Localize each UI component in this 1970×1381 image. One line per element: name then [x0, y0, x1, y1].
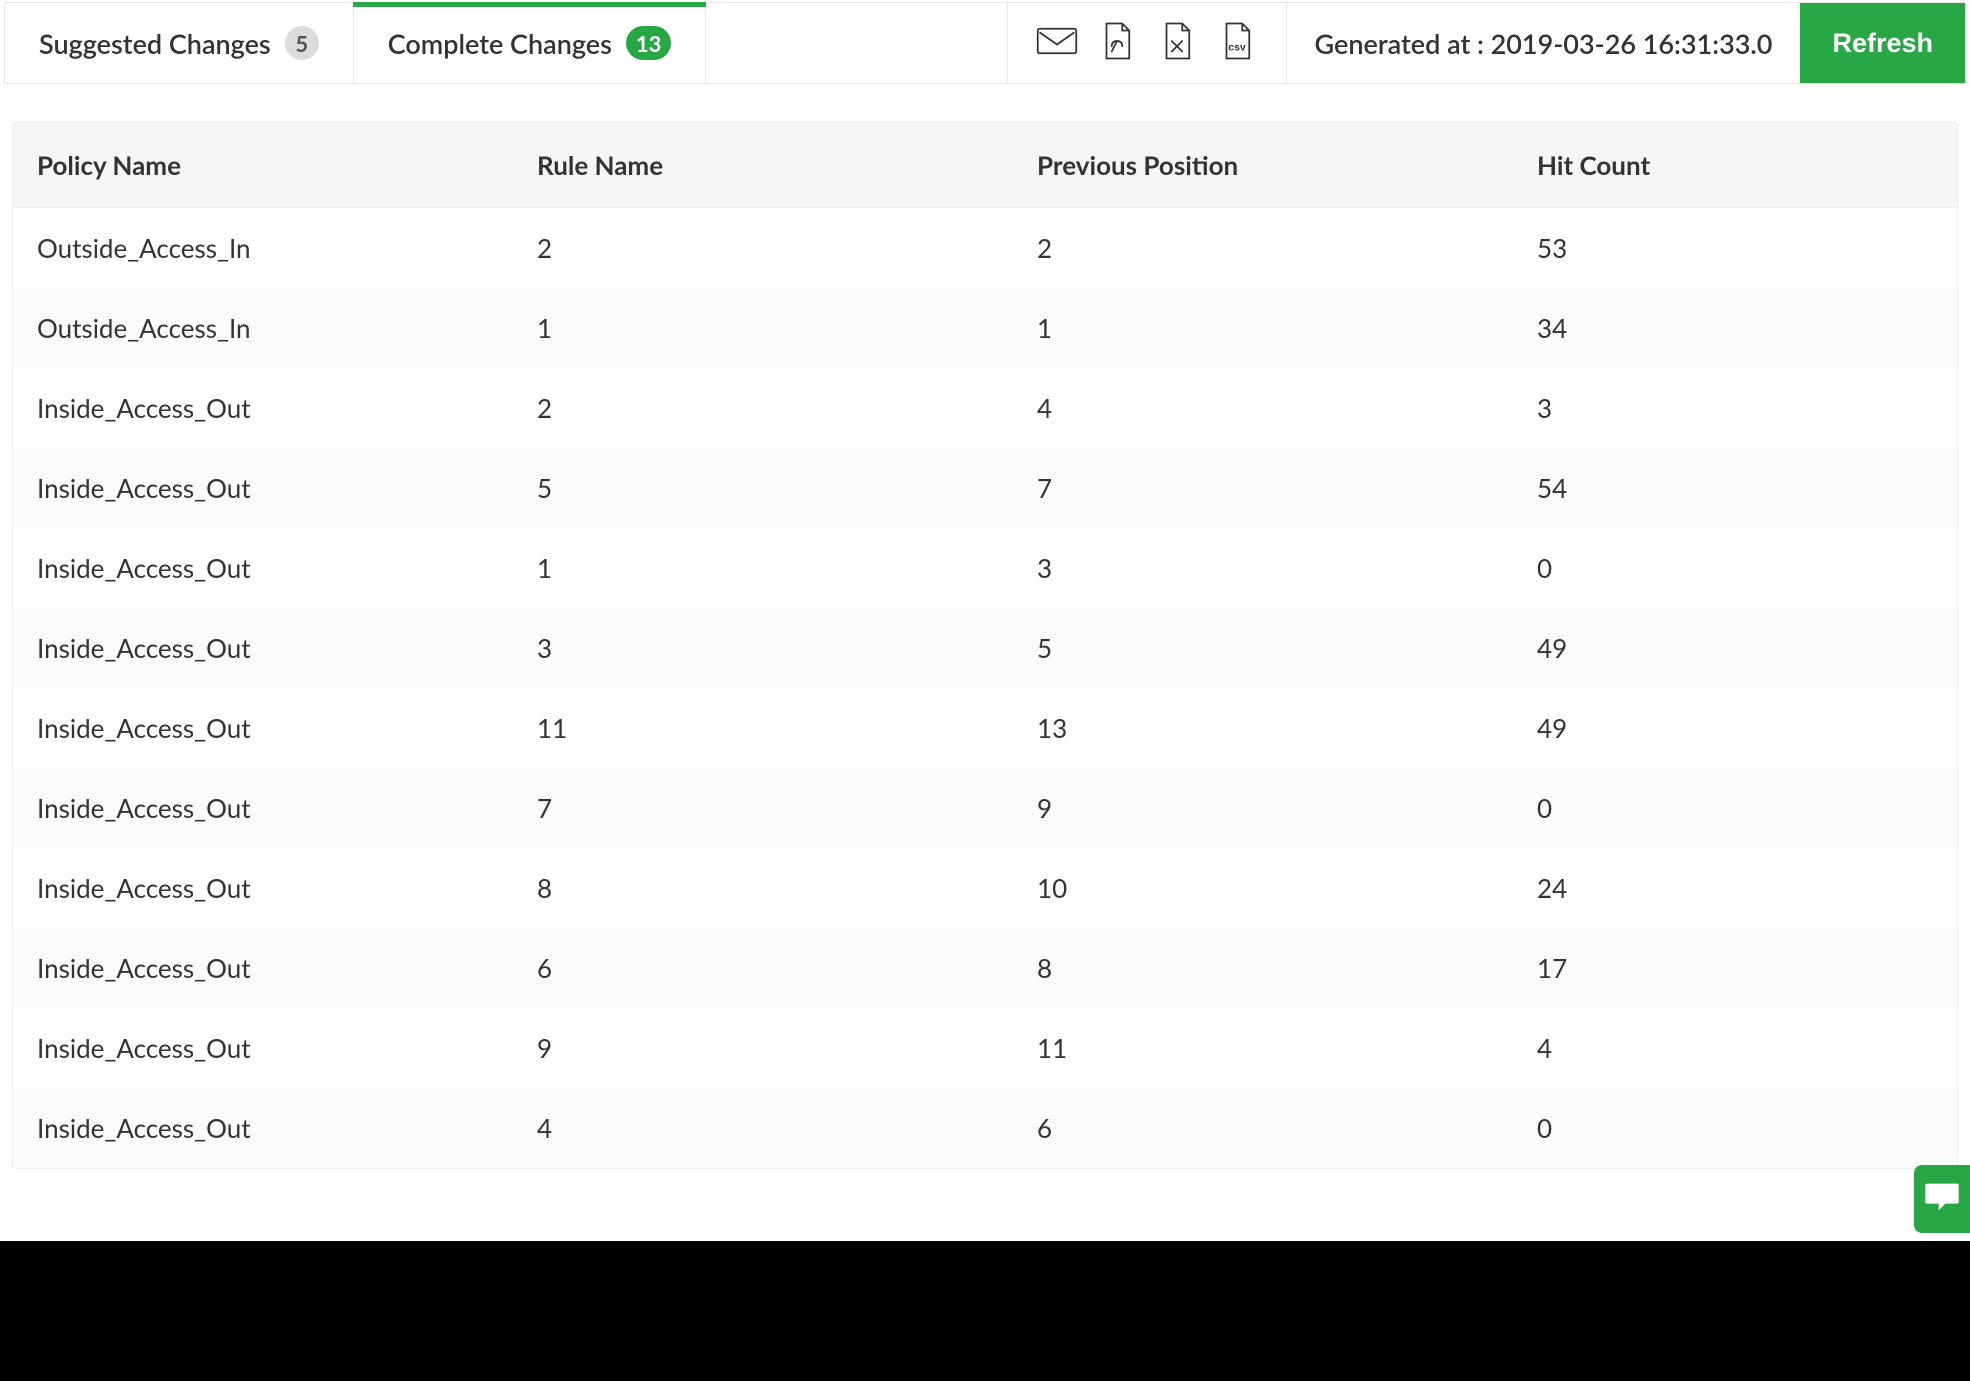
- cell-rule: 3: [513, 608, 1013, 688]
- svg-text:csv: csv: [1228, 42, 1246, 54]
- refresh-button[interactable]: Refresh: [1800, 3, 1965, 83]
- cell-prev: 4: [1013, 368, 1513, 448]
- cell-policy: Inside_Access_Out: [13, 368, 513, 448]
- cell-rule: 2: [513, 208, 1013, 289]
- tab-suggested-count: 5: [285, 26, 319, 60]
- cell-prev: 11: [1013, 1008, 1513, 1088]
- cell-rule: 11: [513, 688, 1013, 768]
- cell-hit: 0: [1513, 1088, 1957, 1168]
- cell-hit: 34: [1513, 288, 1957, 368]
- cell-hit: 4: [1513, 1008, 1957, 1088]
- col-header-prev[interactable]: Previous Position: [1013, 123, 1513, 208]
- help-widget[interactable]: [1914, 1165, 1970, 1233]
- col-header-rule[interactable]: Rule Name: [513, 123, 1013, 208]
- cell-hit: 49: [1513, 688, 1957, 768]
- cell-rule: 4: [513, 1088, 1013, 1168]
- topbar-spacer: [706, 3, 1006, 83]
- chat-icon: [1922, 1177, 1962, 1221]
- xls-icon[interactable]: [1156, 20, 1198, 66]
- table-header-row: Policy Name Rule Name Previous Position …: [13, 123, 1957, 208]
- tabs: Suggested Changes 5 Complete Changes 13: [5, 3, 706, 83]
- pdf-icon[interactable]: [1096, 20, 1138, 66]
- cell-hit: 3: [1513, 368, 1957, 448]
- table-row[interactable]: Outside_Access_In1134: [13, 288, 1957, 368]
- cell-prev: 7: [1013, 448, 1513, 528]
- cell-hit: 54: [1513, 448, 1957, 528]
- col-header-hit[interactable]: Hit Count: [1513, 123, 1957, 208]
- generated-at-label: Generated at : 2019-03-26 16:31:33.0: [1286, 3, 1801, 83]
- mail-icon[interactable]: [1036, 20, 1078, 66]
- tab-suggested-label: Suggested Changes: [39, 27, 271, 60]
- cell-hit: 0: [1513, 768, 1957, 848]
- cell-prev: 2: [1013, 208, 1513, 289]
- table-row[interactable]: Inside_Access_Out460: [13, 1088, 1957, 1168]
- tab-complete-changes[interactable]: Complete Changes 13: [354, 3, 707, 83]
- cell-policy: Inside_Access_Out: [13, 848, 513, 928]
- cell-prev: 10: [1013, 848, 1513, 928]
- table-row[interactable]: Inside_Access_Out9114: [13, 1008, 1957, 1088]
- csv-icon[interactable]: csv: [1216, 20, 1258, 66]
- cell-rule: 9: [513, 1008, 1013, 1088]
- cell-policy: Inside_Access_Out: [13, 528, 513, 608]
- table-row[interactable]: Inside_Access_Out130: [13, 528, 1957, 608]
- table-row[interactable]: Inside_Access_Out243: [13, 368, 1957, 448]
- col-header-policy[interactable]: Policy Name: [13, 123, 513, 208]
- cell-policy: Outside_Access_In: [13, 288, 513, 368]
- cell-hit: 49: [1513, 608, 1957, 688]
- cell-hit: 0: [1513, 528, 1957, 608]
- cell-policy: Inside_Access_Out: [13, 608, 513, 688]
- table-row[interactable]: Outside_Access_In2253: [13, 208, 1957, 289]
- cell-prev: 8: [1013, 928, 1513, 1008]
- table-row[interactable]: Inside_Access_Out6817: [13, 928, 1957, 1008]
- table-row[interactable]: Inside_Access_Out790: [13, 768, 1957, 848]
- tab-complete-label: Complete Changes: [388, 27, 612, 60]
- cell-prev: 1: [1013, 288, 1513, 368]
- export-icons: csv: [1007, 3, 1286, 83]
- cell-prev: 9: [1013, 768, 1513, 848]
- cell-policy: Outside_Access_In: [13, 208, 513, 289]
- cell-rule: 6: [513, 928, 1013, 1008]
- cell-prev: 3: [1013, 528, 1513, 608]
- cell-rule: 2: [513, 368, 1013, 448]
- changes-table-wrap: Policy Name Rule Name Previous Position …: [12, 122, 1958, 1169]
- tab-complete-count: 13: [626, 26, 672, 60]
- table-row[interactable]: Inside_Access_Out111349: [13, 688, 1957, 768]
- cell-hit: 17: [1513, 928, 1957, 1008]
- changes-table: Policy Name Rule Name Previous Position …: [13, 123, 1957, 1168]
- topbar: Suggested Changes 5 Complete Changes 13 …: [4, 2, 1966, 84]
- table-body: Outside_Access_In2253Outside_Access_In11…: [13, 208, 1957, 1169]
- tab-suggested-changes[interactable]: Suggested Changes 5: [5, 3, 354, 83]
- table-row[interactable]: Inside_Access_Out3549: [13, 608, 1957, 688]
- cell-prev: 13: [1013, 688, 1513, 768]
- table-row[interactable]: Inside_Access_Out5754: [13, 448, 1957, 528]
- cell-prev: 6: [1013, 1088, 1513, 1168]
- cell-policy: Inside_Access_Out: [13, 1008, 513, 1088]
- cell-hit: 53: [1513, 208, 1957, 289]
- cell-rule: 7: [513, 768, 1013, 848]
- cell-rule: 1: [513, 528, 1013, 608]
- cell-rule: 1: [513, 288, 1013, 368]
- cell-hit: 24: [1513, 848, 1957, 928]
- cell-prev: 5: [1013, 608, 1513, 688]
- table-row[interactable]: Inside_Access_Out81024: [13, 848, 1957, 928]
- cell-policy: Inside_Access_Out: [13, 1088, 513, 1168]
- cell-policy: Inside_Access_Out: [13, 768, 513, 848]
- cell-policy: Inside_Access_Out: [13, 448, 513, 528]
- cell-policy: Inside_Access_Out: [13, 928, 513, 1008]
- cell-rule: 5: [513, 448, 1013, 528]
- cell-rule: 8: [513, 848, 1013, 928]
- bottom-bar: [0, 1241, 1970, 1381]
- cell-policy: Inside_Access_Out: [13, 688, 513, 768]
